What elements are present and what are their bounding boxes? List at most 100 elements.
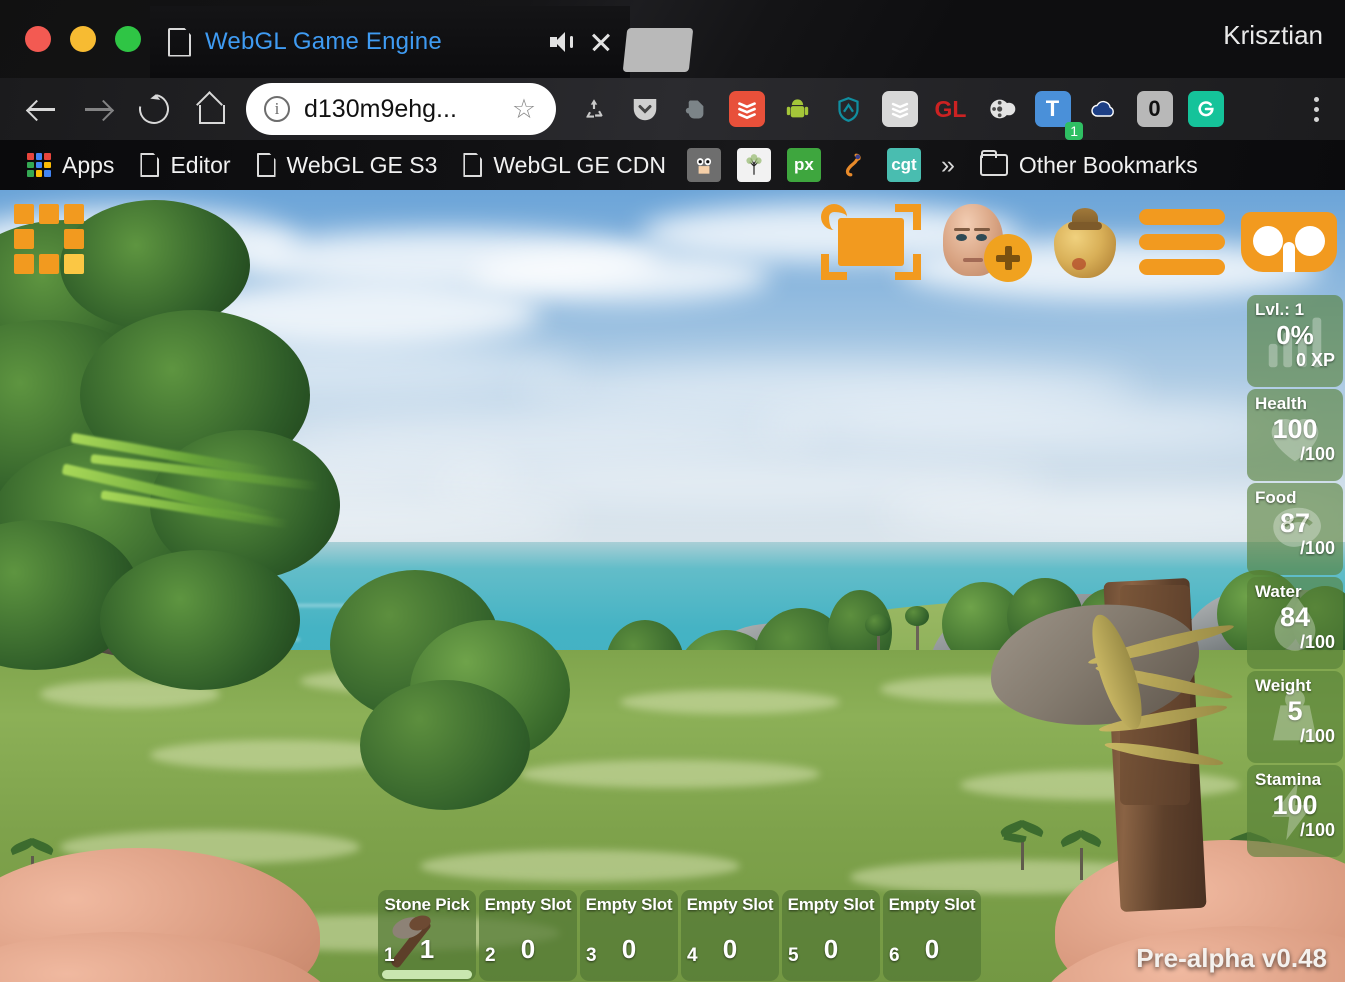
address-bar[interactable]: d130m9ehg... ☆: [246, 83, 556, 135]
grid-cell: [14, 229, 34, 249]
info-icon[interactable]: [264, 96, 290, 122]
player-stats-panel: Lvl.: 1 0% 0 XP Health 100/100 Food 87/100 Wate…: [1247, 295, 1343, 857]
document-icon: [463, 153, 482, 177]
android-extension[interactable]: [772, 84, 823, 135]
grid-cell: [14, 254, 34, 274]
stat-max: /100: [1299, 632, 1335, 652]
minimize-window-button[interactable]: [70, 26, 96, 52]
vr-mode-button[interactable]: [1241, 212, 1337, 272]
stat-water: Water 84/100: [1247, 577, 1343, 669]
grammarly-extension[interactable]: [1180, 84, 1231, 135]
home-icon: [196, 96, 225, 124]
shield-extension[interactable]: [823, 84, 874, 135]
slot-index: 3: [586, 945, 597, 966]
crafting-grid-button[interactable]: [14, 204, 84, 274]
inventory-bag-button[interactable]: [1048, 202, 1123, 282]
slot-item-name: Empty Slot: [787, 895, 875, 914]
fullscreen-button[interactable]: [821, 204, 921, 280]
speaker-playing-icon[interactable]: [550, 32, 573, 52]
grid-cell: [64, 229, 84, 249]
hotbar-slot-6[interactable]: Empty Slot 0 6: [883, 890, 981, 981]
stat-label: Stamina: [1255, 770, 1322, 789]
forward-button[interactable]: [70, 81, 126, 137]
browser-tab[interactable]: WebGL Game Engine: [150, 6, 630, 78]
reload-button[interactable]: [126, 81, 182, 137]
slot-index: 5: [788, 945, 799, 966]
evernote-extension[interactable]: [670, 84, 721, 135]
stat-max: /100: [1299, 444, 1335, 464]
checkmark-extension[interactable]: [874, 84, 925, 135]
stat-weight: Weight 5/100: [1247, 671, 1343, 763]
hotbar-slot-3[interactable]: Empty Slot 0 3: [580, 890, 678, 981]
window-controls: [0, 26, 141, 52]
bookmark-webgl-ge-s3[interactable]: WebGL GE S3: [244, 144, 451, 186]
slot-index: 2: [485, 945, 496, 966]
film-reel-extension[interactable]: [976, 84, 1027, 135]
new-tab-button[interactable]: [622, 28, 694, 72]
document-icon: [257, 153, 276, 177]
pocket-extension-icon: [627, 91, 663, 127]
bookmark-webgl-ge-cdn[interactable]: WebGL GE CDN: [450, 144, 679, 186]
plus-icon: [984, 234, 1032, 282]
back-button[interactable]: [14, 81, 70, 137]
film-reel-extension-icon: [984, 91, 1020, 127]
version-label: Pre-alpha v0.48: [1136, 943, 1327, 973]
apps-grid-icon: [27, 153, 51, 177]
stat-max: /100: [1299, 820, 1335, 840]
bookmark-editor[interactable]: Editor: [127, 144, 243, 186]
slot-index: 1: [384, 945, 395, 966]
maximize-window-button[interactable]: [115, 26, 141, 52]
todoist-extension-icon: [728, 91, 765, 127]
bookmark-star-icon[interactable]: ☆: [510, 95, 538, 123]
browser-window: WebGL Game Engine Krisztian d130m9ehg...…: [0, 0, 1345, 982]
pocket-extension[interactable]: [619, 84, 670, 135]
lizard-bookmark[interactable]: [837, 148, 871, 182]
home-button[interactable]: [182, 81, 238, 137]
stat-label: Lvl.: 1: [1255, 300, 1305, 319]
inventory-hotbar: Stone Pick 1 1 Empty Slot 0 2 Empty Slot 0 3 Empt…: [378, 890, 981, 981]
bookmark-apps[interactable]: Apps: [14, 144, 127, 186]
bookmark-label: Editor: [170, 151, 231, 178]
evernote-extension-icon: [678, 91, 714, 127]
profile-name[interactable]: Krisztian: [1223, 20, 1323, 51]
stat-label: Water: [1255, 582, 1302, 601]
document-icon: [140, 153, 159, 177]
extensions-row: GL T 1 0: [568, 84, 1301, 140]
gl-extension[interactable]: GL: [925, 84, 976, 135]
slot-index: 6: [889, 945, 900, 966]
android-extension-icon: [780, 91, 816, 127]
close-window-button[interactable]: [25, 26, 51, 52]
grid-cell: [64, 204, 84, 224]
stat-value: 84: [1279, 602, 1311, 632]
shield-extension-icon: [831, 91, 867, 127]
stat-food: Food 87/100: [1247, 483, 1343, 575]
px-bookmark[interactable]: px: [786, 148, 821, 182]
hud-top-right-toolbar: [821, 202, 1337, 282]
hotbar-slot-2[interactable]: Empty Slot 0 2: [479, 890, 577, 981]
todoist-extension[interactable]: [721, 84, 772, 135]
bookmarks-overflow-button[interactable]: »: [929, 151, 967, 180]
zero-extension[interactable]: 0: [1129, 84, 1180, 135]
game-viewport[interactable]: Lvl.: 1 0% 0 XP Health 100/100 Food 87/100 Wate…: [0, 190, 1345, 982]
recycle-extension[interactable]: [568, 84, 619, 135]
hotbar-slot-1[interactable]: Stone Pick 1 1: [378, 890, 476, 981]
cgt-bookmark[interactable]: cgt: [886, 148, 921, 182]
kebab-menu-icon[interactable]: [1301, 91, 1331, 127]
zero-extension-icon: 0: [1136, 91, 1173, 127]
owl-bookmark[interactable]: [686, 148, 721, 182]
character-button[interactable]: [937, 202, 1032, 282]
bookmark-label: Apps: [62, 151, 115, 178]
close-icon[interactable]: [590, 31, 612, 53]
tab-title: WebGL Game Engine: [205, 28, 442, 55]
cloud-extension[interactable]: [1078, 84, 1129, 135]
other-bookmarks-folder[interactable]: Other Bookmarks: [967, 144, 1211, 186]
hotbar-slot-5[interactable]: Empty Slot 0 5: [782, 890, 880, 981]
recycle-extension-icon: [576, 91, 612, 127]
url-text[interactable]: d130m9ehg...: [304, 95, 496, 124]
grid-cell-empty: [39, 229, 59, 249]
menu-button[interactable]: [1139, 209, 1225, 275]
translate-extension[interactable]: T1: [1027, 84, 1083, 140]
hotbar-slot-4[interactable]: Empty Slot 0 4: [681, 890, 779, 981]
hamburger-menu-icon: [1139, 209, 1225, 225]
tree-bookmark[interactable]: [736, 148, 771, 182]
